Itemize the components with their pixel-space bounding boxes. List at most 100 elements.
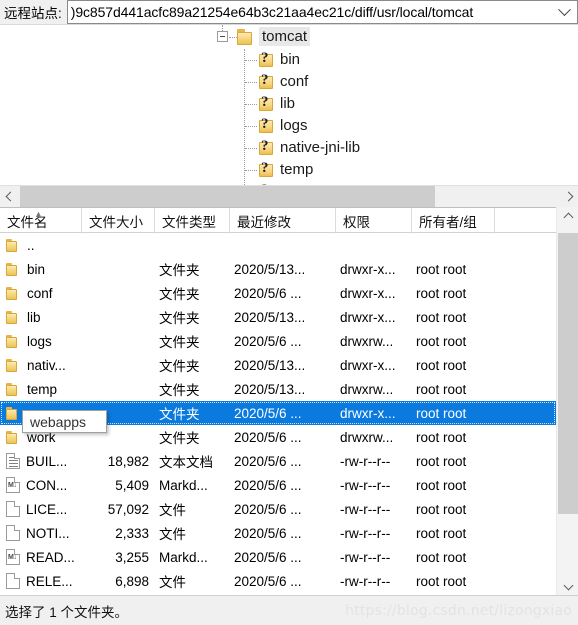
cell-filetype: 文件夹 xyxy=(159,263,200,278)
address-label: 远程站点: xyxy=(0,0,67,24)
folder-question-icon: ? xyxy=(258,72,275,90)
table-row[interactable]: BUIL... 18,982 文本文档 2020/5/6 ... -rw-r--… xyxy=(0,449,556,473)
tree-horizontal-scrollbar[interactable] xyxy=(0,185,578,208)
cell-filesize xyxy=(82,353,155,377)
vscroll-thumb[interactable] xyxy=(558,233,578,514)
column-header-label: 所有者/组 xyxy=(419,214,477,230)
table-row[interactable]: M↓ READ... 3,255 Markd... 2020/5/6 ... -… xyxy=(0,545,556,569)
file-icon xyxy=(6,501,20,517)
scroll-down-button[interactable] xyxy=(557,575,578,595)
filename-label: RELE... xyxy=(26,573,73,589)
watermark-text: https://blog.csdn.net/lizongxiao xyxy=(345,602,572,619)
table-row[interactable]: temp 文件夹 2020/5/13... drwxrw... root roo… xyxy=(0,377,556,401)
tree-node-temp[interactable]: ? temp xyxy=(0,159,578,181)
tree-node-tomcat[interactable]: tomcat xyxy=(0,25,578,49)
table-row[interactable]: LICE... 57,092 文件 2020/5/6 ... -rw-r--r-… xyxy=(0,497,556,521)
table-row[interactable]: logs 文件夹 2020/5/6 ... drwxrw... root roo… xyxy=(0,329,556,353)
tree-node-lib[interactable]: ? lib xyxy=(0,93,578,115)
arrow-right-icon xyxy=(563,191,573,202)
cell-permissions: drwxrw... xyxy=(340,381,394,397)
column-header-owner-group[interactable]: 所有者/组 xyxy=(412,208,495,233)
cell-filesize: 6,898 xyxy=(115,573,149,589)
filename-label: bin xyxy=(27,261,46,277)
tree-node-label: temp xyxy=(280,161,314,178)
folder-icon xyxy=(6,406,21,420)
tree-node-conf[interactable]: ? conf xyxy=(0,71,578,93)
cell-filesize xyxy=(82,281,155,305)
column-header-modified[interactable]: 最近修改 xyxy=(230,208,336,233)
address-combobox[interactable]: )9c857d441acfc89a21254e64b3c21aa4ec21c/d… xyxy=(66,0,578,24)
column-header-filesize[interactable]: 文件大小 xyxy=(82,208,155,233)
cell-modified: 2020/5/6 ... xyxy=(234,477,302,493)
address-input[interactable]: )9c857d441acfc89a21254e64b3c21aa4ec21c/d… xyxy=(67,1,551,23)
table-row[interactable]: lib 文件夹 2020/5/13... drwxr-x... root roo… xyxy=(0,305,556,329)
table-row[interactable]: .. xyxy=(0,233,556,257)
column-header-label: 文件大小 xyxy=(89,214,143,230)
tree-node-native-jni-lib[interactable]: ? native-jni-lib xyxy=(0,137,578,159)
folder-icon xyxy=(6,238,21,252)
cell-filename: nativ... xyxy=(6,353,82,377)
cell-filename: conf xyxy=(6,281,82,305)
column-header-filler[interactable] xyxy=(495,208,556,233)
folder-icon xyxy=(6,310,21,324)
filename-label: nativ... xyxy=(27,357,66,373)
text-document-icon xyxy=(6,453,20,469)
hscroll-thumb[interactable] xyxy=(20,185,435,208)
directory-tree[interactable]: tomcat ? bin ? conf ? lib ? logs ? nativ… xyxy=(0,25,578,185)
table-row[interactable]: nativ... 文件夹 2020/5/13... drwxr-x... roo… xyxy=(0,353,556,377)
filename-label: READ... xyxy=(26,549,75,565)
cell-filetype xyxy=(155,233,230,257)
filename-label: lib xyxy=(27,309,41,325)
scroll-right-button[interactable] xyxy=(558,186,578,208)
table-row[interactable]: RELE... 6,898 文件 2020/5/6 ... -rw-r--r--… xyxy=(0,569,556,593)
table-row[interactable]: M↓ CON... 5,409 Markd... 2020/5/6 ... -r… xyxy=(0,473,556,497)
folder-icon xyxy=(6,430,21,444)
status-bar: 选择了 1 个文件夹。 https://blog.csdn.net/lizong… xyxy=(0,595,578,625)
arrow-left-icon xyxy=(5,191,15,202)
cell-modified: 2020/5/13... xyxy=(234,261,306,277)
cell-filesize xyxy=(82,377,155,401)
cell-filename: logs xyxy=(6,329,82,353)
cell-modified: 2020/5/6 ... xyxy=(234,549,302,565)
tree-guide-line xyxy=(245,170,257,171)
table-row[interactable]: bin 文件夹 2020/5/13... drwxr-x... root roo… xyxy=(0,257,556,281)
cell-filename: M↓ READ... xyxy=(6,545,82,569)
cell-filesize: 3,255 xyxy=(115,549,149,565)
scroll-left-button[interactable] xyxy=(0,186,20,208)
cell-filename: BUIL... xyxy=(6,449,82,473)
table-row[interactable]: NOTI... 2,333 文件 2020/5/6 ... -rw-r--r--… xyxy=(0,521,556,545)
tree-node-bin[interactable]: ? bin xyxy=(0,49,578,71)
cell-filetype: 文件 xyxy=(159,527,186,542)
folder-icon xyxy=(6,262,21,276)
tree-guide-line xyxy=(245,82,257,83)
folder-icon xyxy=(237,29,256,46)
arrow-down-icon xyxy=(563,580,573,590)
column-header-filetype[interactable]: 文件类型 xyxy=(155,208,230,233)
tree-node-logs[interactable]: ? logs xyxy=(0,115,578,137)
table-row[interactable]: conf 文件夹 2020/5/6 ... drwxr-x... root ro… xyxy=(0,281,556,305)
column-header-permissions[interactable]: 权限 xyxy=(336,208,412,233)
cell-modified xyxy=(230,233,336,257)
column-header-filename[interactable]: 文件名 ▲ xyxy=(0,208,82,233)
cell-permissions: drwxr-x... xyxy=(340,261,396,277)
tree-expander-minus-icon[interactable] xyxy=(217,31,228,42)
cell-filetype: 文件夹 xyxy=(159,335,200,350)
cell-modified: 2020/5/6 ... xyxy=(234,453,302,469)
filename-label: BUIL... xyxy=(26,453,68,469)
file-list-vertical-scrollbar[interactable] xyxy=(556,207,578,595)
cell-permissions: drwxr-x... xyxy=(340,405,396,421)
cell-owner-group: root root xyxy=(416,453,467,469)
folder-question-icon: ? xyxy=(258,94,275,112)
cell-permissions xyxy=(336,233,412,257)
scroll-up-button[interactable] xyxy=(557,207,578,227)
tree-node-label: native-jni-lib xyxy=(280,139,361,156)
ftp-client-remote-pane: 远程站点: )9c857d441acfc89a21254e64b3c21aa4e… xyxy=(0,0,578,625)
cell-permissions: -rw-r--r-- xyxy=(340,501,391,517)
address-dropdown-button[interactable] xyxy=(551,1,578,23)
cell-modified: 2020/5/6 ... xyxy=(234,405,302,421)
cell-owner-group: root root xyxy=(416,381,467,397)
hscroll-track[interactable] xyxy=(20,185,558,208)
vscroll-track[interactable] xyxy=(557,227,578,575)
filename-label: logs xyxy=(27,333,52,349)
cell-permissions: drwxr-x... xyxy=(340,285,396,301)
